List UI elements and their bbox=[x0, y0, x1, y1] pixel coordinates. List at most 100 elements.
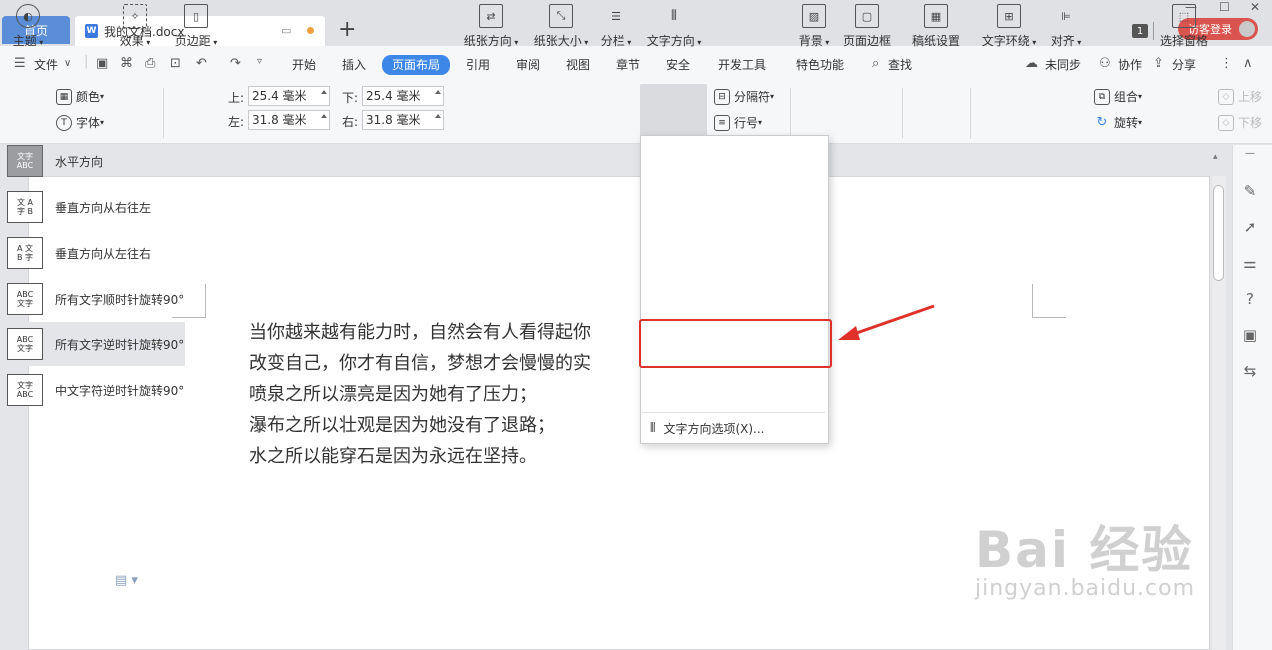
top-margin-input[interactable]: 25.4 毫米 bbox=[248, 86, 330, 106]
cursor-icon[interactable]: ➚ bbox=[1240, 218, 1260, 236]
draft-paper-button[interactable]: ▦ 稿纸设置 bbox=[910, 4, 962, 49]
menu-security[interactable]: 安全 bbox=[666, 56, 690, 74]
menu-page-layout[interactable]: 页面布局 bbox=[382, 55, 451, 75]
text-direction-icon: ⫴ bbox=[671, 8, 677, 24]
paper-size-button[interactable]: ⤡ 纸张大小 ▾ bbox=[530, 4, 592, 49]
menu-file[interactable]: 文件 bbox=[34, 56, 58, 74]
text-direction-button[interactable]: ⫴ 文字方向 ▾ bbox=[642, 4, 706, 49]
rotate-icon: ↻ bbox=[1096, 115, 1108, 130]
scroll-up-icon[interactable]: ▴ bbox=[1213, 152, 1218, 162]
close-icon[interactable]: ✕ bbox=[1250, 0, 1260, 14]
group-button[interactable]: ⧉ 组合 ▾ bbox=[1094, 88, 1142, 105]
new-tab-button[interactable]: + bbox=[338, 16, 356, 44]
format-painter-icon[interactable]: ⌘ bbox=[120, 56, 133, 71]
right-margin-input[interactable]: 31.8 毫米 bbox=[362, 110, 444, 130]
send-backward-button[interactable]: ◇ 下移 bbox=[1218, 114, 1262, 131]
help-icon[interactable]: ? bbox=[1240, 290, 1260, 308]
document-line[interactable]: 喷泉之所以漂亮是因为她有了压力； bbox=[249, 379, 537, 410]
bring-forward-button[interactable]: ◇ 上移 bbox=[1218, 88, 1262, 105]
columns-button[interactable]: ☰ 分栏 ▾ bbox=[598, 4, 634, 49]
background-button[interactable]: ▨ 背景 ▾ bbox=[796, 4, 832, 49]
align-button[interactable]: ⊫ 对齐 ▾ bbox=[1046, 4, 1086, 49]
theme-button[interactable]: ◐ 主题 ▾ bbox=[10, 4, 46, 49]
menu-special[interactable]: 特色功能 bbox=[796, 56, 844, 74]
dd-rotate-ccw[interactable]: ABC 文字 所有文字逆时针旋转90° bbox=[5, 322, 185, 366]
menu-insert[interactable]: 插入 bbox=[342, 56, 366, 74]
grid-icon: ▦ bbox=[56, 88, 72, 105]
left-margin-input[interactable]: 31.8 毫米 bbox=[248, 110, 330, 130]
settings-sliders-icon[interactable]: ⚌ bbox=[1240, 254, 1260, 272]
paragraph-marker-icon[interactable]: ▤ ▾ bbox=[115, 573, 138, 588]
sidebar-collapse-icon[interactable]: — bbox=[1240, 148, 1260, 159]
share-icon: ⇪ bbox=[1153, 56, 1164, 71]
word-doc-icon: W bbox=[85, 24, 98, 38]
menu-reference[interactable]: 引用 bbox=[466, 56, 490, 74]
left-margin-label: 左: bbox=[228, 115, 245, 129]
page-border-icon: ▢ bbox=[855, 4, 879, 28]
pen-icon[interactable]: ✎ bbox=[1240, 182, 1260, 200]
dd-cjk-rotate-ccw[interactable]: 文字 ABC 中文字符逆时针旋转90° bbox=[5, 368, 185, 412]
separator-button[interactable]: ⊟ 分隔符 ▾ bbox=[714, 88, 774, 105]
margins-button[interactable]: ▯ 页边距 ▾ bbox=[172, 4, 220, 49]
share-button[interactable]: 分享 bbox=[1172, 56, 1196, 74]
divider bbox=[902, 88, 903, 138]
monitor-icon[interactable]: ▭ bbox=[281, 24, 291, 37]
save-icon[interactable]: ▣ bbox=[96, 56, 108, 71]
collapse-ribbon-icon[interactable]: ∧ bbox=[1243, 56, 1253, 71]
annotation-highlight-box bbox=[639, 319, 832, 368]
menu-bar: ☰ 文件 ∨ | ▣ ⌘ ⎙ ⊡ ↶ ↷ ▿ 开始 插入 页面布局 引用 审阅 … bbox=[0, 46, 1272, 82]
vertical-ltr-icon: A 文B 字 bbox=[7, 237, 43, 269]
customize-icon[interactable]: ▿ bbox=[257, 56, 262, 67]
collab-button[interactable]: 协作 bbox=[1118, 56, 1142, 74]
paper-size-icon: ⤡ bbox=[549, 4, 573, 28]
search-icon[interactable]: ⌕ bbox=[872, 56, 879, 71]
selection-pane-button[interactable]: ⬚ 选择窗格 bbox=[1158, 4, 1210, 49]
chevron-down-icon[interactable]: ∨ bbox=[64, 58, 71, 69]
print-preview-icon[interactable]: ⊡ bbox=[170, 56, 181, 71]
rotate-button[interactable]: ↻ 旋转 ▾ bbox=[1094, 114, 1142, 131]
document-line[interactable]: 水之所以能穿石是因为永远在坚持。 bbox=[249, 441, 537, 472]
font-button[interactable]: T 字体 ▾ bbox=[56, 114, 104, 131]
window-count-badge[interactable]: 1 bbox=[1132, 24, 1148, 38]
sync-status[interactable]: 未同步 bbox=[1045, 56, 1081, 74]
text-wrap-button[interactable]: ⊞ 文字环绕 ▾ bbox=[978, 4, 1040, 49]
scrollbar-thumb[interactable] bbox=[1213, 185, 1224, 281]
horizontal-text-icon: 文字 ABC bbox=[7, 145, 43, 177]
more-icon[interactable]: ⋮ bbox=[1220, 56, 1233, 71]
maximize-icon[interactable]: ☐ bbox=[1219, 0, 1230, 14]
orientation-button[interactable]: ⇄ 纸张方向 ▾ bbox=[460, 4, 522, 49]
divider bbox=[1153, 22, 1154, 40]
dd-vertical-ltr[interactable]: A 文B 字 垂直方向从左往右 bbox=[5, 231, 185, 275]
effect-button[interactable]: ✧ 效果 ▾ bbox=[118, 4, 152, 49]
menu-find[interactable]: 查找 bbox=[888, 56, 912, 74]
redo-icon[interactable]: ↷ bbox=[230, 56, 241, 71]
menu-view[interactable]: 视图 bbox=[566, 56, 590, 74]
print-icon[interactable]: ⎙ bbox=[145, 56, 155, 71]
top-margin-label: 上: bbox=[228, 91, 245, 105]
divider: | bbox=[84, 54, 89, 69]
document-line[interactable]: 改变自己，你才有自信，梦想才会慢慢的实 bbox=[249, 348, 591, 379]
text-wrap-icon: ⊞ bbox=[997, 4, 1021, 28]
menu-start[interactable]: 开始 bbox=[292, 56, 316, 74]
dd-horizontal[interactable]: 文字 ABC 水平方向 bbox=[5, 139, 185, 183]
line-number-button[interactable]: ≡ 行号 ▾ bbox=[714, 114, 762, 131]
document-line[interactable]: 瀑布之所以壮观是因为她没有了退路； bbox=[249, 410, 555, 441]
undo-icon[interactable]: ↶ bbox=[196, 56, 207, 71]
dd-rotate-cw[interactable]: ABC 文字 所有文字顺时针旋转90° bbox=[5, 277, 185, 321]
dd-vertical-rtl[interactable]: 文 A字 B 垂直方向从右往左 bbox=[5, 185, 185, 229]
divider bbox=[970, 88, 971, 138]
image-icon[interactable]: ▣ bbox=[1240, 326, 1260, 344]
color-button[interactable]: ▦ 颜色 ▾ bbox=[56, 88, 104, 105]
page-border-button[interactable]: ▢ 页面边框 bbox=[840, 4, 894, 49]
bottom-margin-input[interactable]: 25.4 毫米 bbox=[362, 86, 444, 106]
right-margin-label: 右: bbox=[342, 115, 359, 129]
rotate-cw-icon: ABC 文字 bbox=[7, 283, 43, 315]
cjk-rotate-icon: 文字 ABC bbox=[7, 374, 43, 406]
text-direction-options[interactable]: ⫴ 文字方向选项(X)... bbox=[650, 420, 765, 437]
hamburger-icon[interactable]: ☰ bbox=[14, 56, 26, 71]
menu-dev-tools[interactable]: 开发工具 bbox=[718, 56, 766, 74]
menu-chapter[interactable]: 章节 bbox=[616, 56, 640, 74]
document-line[interactable]: 当你越来越有能力时，自然会有人看得起你 bbox=[249, 317, 591, 348]
translate-icon[interactable]: ⇆ bbox=[1240, 362, 1260, 380]
menu-review[interactable]: 审阅 bbox=[516, 56, 540, 74]
